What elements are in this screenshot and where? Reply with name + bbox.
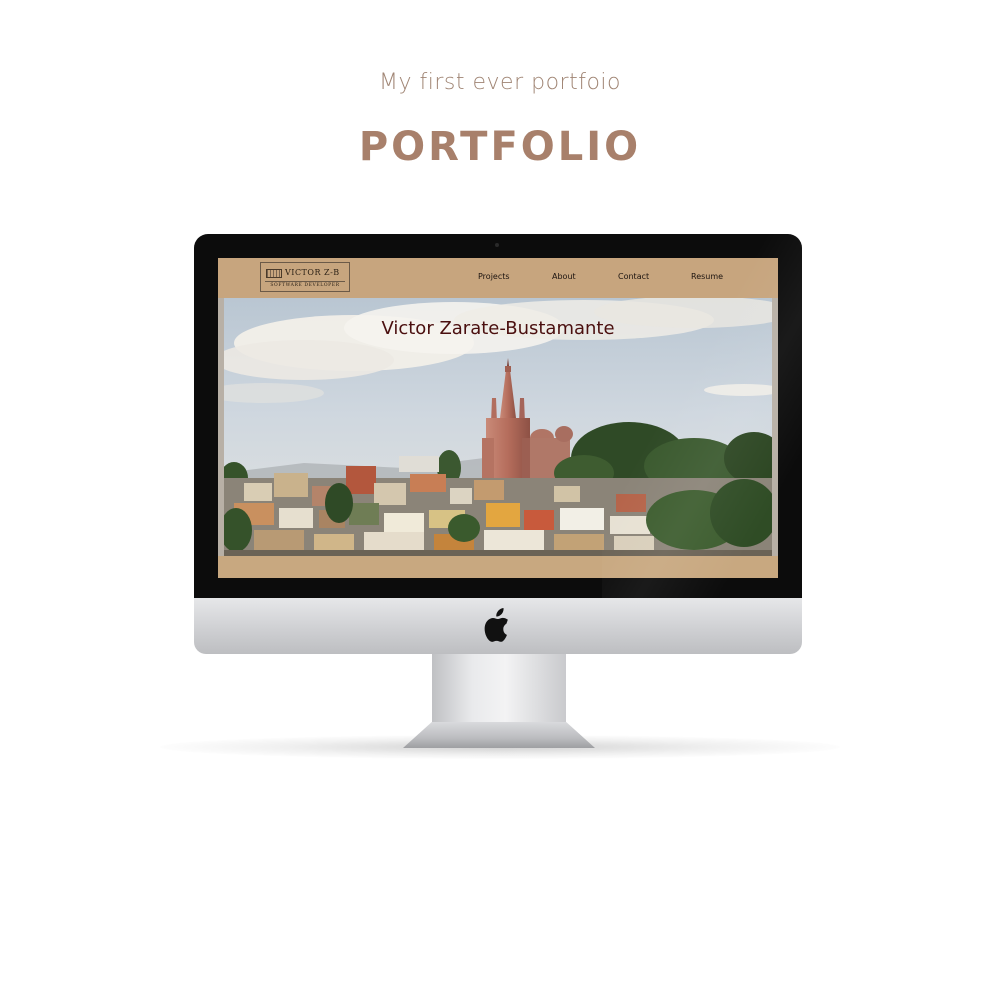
logo-tagline: SOFTWARE DEVELOPER — [270, 283, 340, 288]
apple-icon — [484, 608, 508, 642]
nav-link-resume[interactable]: Resume — [691, 272, 723, 281]
logo-name: VICTOR Z-B — [285, 268, 340, 277]
logo-mark-icon — [266, 269, 282, 278]
site-footer-bar — [218, 556, 778, 578]
imac-stand-neck — [432, 654, 566, 732]
imac-chin — [194, 598, 802, 654]
site-navbar: VICTOR Z-B SOFTWARE DEVELOPER Projects A… — [218, 258, 778, 298]
camera-icon — [495, 243, 499, 247]
imac-bezel: VICTOR Z-B SOFTWARE DEVELOPER Projects A… — [194, 234, 802, 598]
imac-device: VICTOR Z-B SOFTWARE DEVELOPER Projects A… — [194, 234, 802, 654]
hero-banner: Victor Zarate-Bustamante — [224, 298, 772, 556]
nav-link-projects[interactable]: Projects — [478, 272, 510, 281]
imac-stand-foot — [403, 722, 595, 748]
nav-link-contact[interactable]: Contact — [618, 272, 649, 281]
hero-title: Victor Zarate-Bustamante — [381, 318, 615, 339]
logo-divider — [265, 281, 345, 282]
page-subtitle: My first ever portfoio — [379, 70, 621, 95]
nav-link-about[interactable]: About — [552, 272, 576, 281]
website-screen: VICTOR Z-B SOFTWARE DEVELOPER Projects A… — [218, 258, 778, 578]
mockup-page: My first ever portfoio PORTFOLIO VICTOR … — [0, 0, 1000, 1000]
site-logo[interactable]: VICTOR Z-B SOFTWARE DEVELOPER — [260, 262, 350, 292]
hero-frame-right — [772, 298, 778, 556]
page-title: PORTFOLIO — [358, 124, 642, 170]
